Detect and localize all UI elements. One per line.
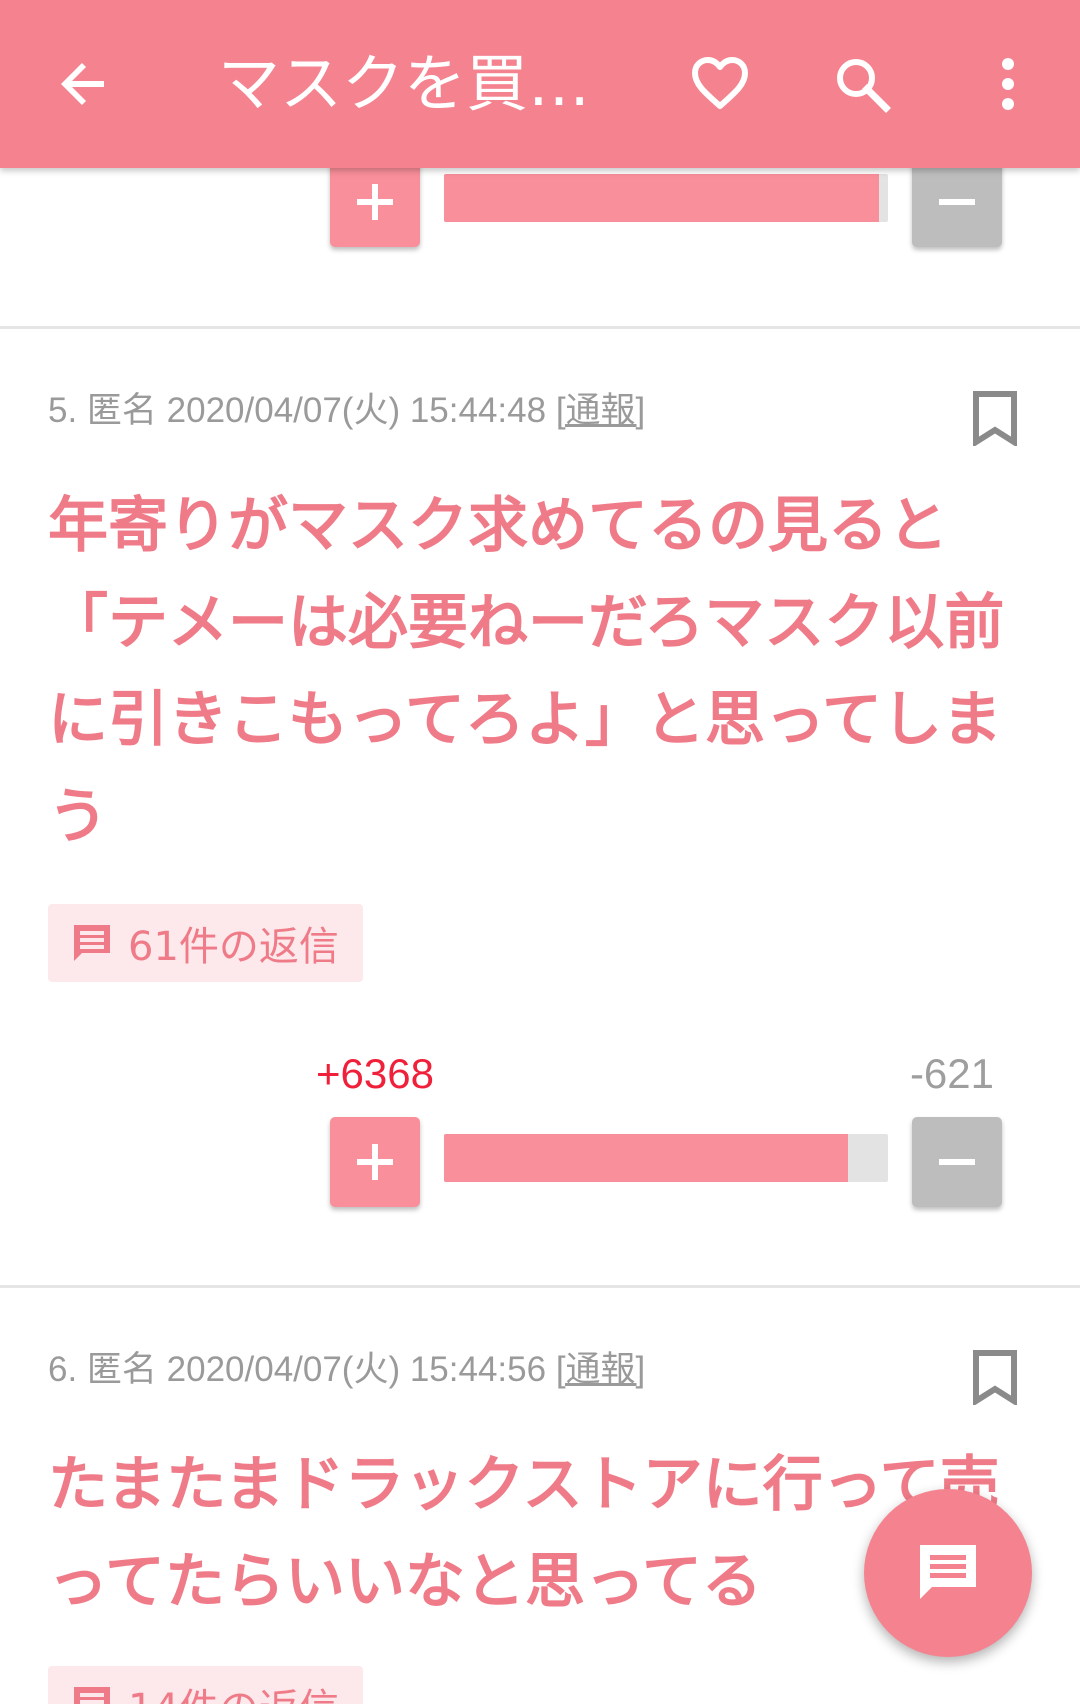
minus-vote-button[interactable] [912,157,1002,247]
vote-ratio-fill [444,174,880,222]
report-link[interactable]: [通報] [556,391,645,430]
replies-button[interactable]: 14件の返信 [48,1666,363,1704]
comment-icon [74,925,110,961]
minus-icon [939,1159,975,1165]
vote-ratio-bar [444,174,888,222]
plus-vote-button[interactable] [330,1117,420,1207]
more-vert-icon [1002,58,1014,110]
report-link[interactable]: [通報] [556,1350,645,1389]
minus-icon [939,199,975,205]
comment-icon [74,1687,110,1704]
heart-outline-icon [692,57,748,109]
app-bar: マスクを買う… [0,0,1080,168]
replies-label: 14件の返信 [128,1676,339,1704]
bookmark-icon[interactable] [972,390,1018,446]
bookmark-icon[interactable] [972,1349,1018,1405]
vote-ratio-bar [444,1134,888,1182]
comment-meta-text: 5. 匿名 2020/04/07(火) 15:44:48 [48,391,547,430]
vote-ratio-fill [444,1134,849,1182]
search-icon [837,59,891,113]
replies-label: 61件の返信 [128,924,339,970]
replies-button[interactable]: 61件の返信 [48,904,363,982]
plus-count: +6368 [316,1050,434,1097]
comment-list: 5. 匿名 2020/04/07(火) 15:44:48 [通報] 年寄りがマス… [0,0,1080,1704]
plus-vote-button[interactable] [330,157,420,247]
comment-icon [920,1545,976,1599]
divider [0,326,1080,329]
arrow-left-icon [61,63,104,105]
plus-icon [357,1144,393,1180]
page-title: マスクを買う… [218,47,618,120]
compose-comment-fab[interactable] [864,1489,1032,1657]
more-options-button[interactable] [958,34,1058,134]
minus-count: -621 [909,1050,994,1097]
comment-meta: 5. 匿名 2020/04/07(火) 15:44:48 [通報] [48,382,645,433]
favorite-button[interactable] [670,34,770,134]
comment-meta: 6. 匿名 2020/04/07(火) 15:44:56 [通報] [48,1341,645,1392]
plus-icon [357,184,393,220]
minus-vote-button[interactable] [912,1117,1002,1207]
comment-meta-text: 6. 匿名 2020/04/07(火) 15:44:56 [48,1350,547,1389]
search-button[interactable] [812,34,912,134]
back-button[interactable] [34,34,134,134]
comment-body: 年寄りがマスク求めてるの見ると「テメーは必要ねーだろマスク以前に引きこもってろよ… [48,491,1005,852]
divider [0,1285,1080,1288]
